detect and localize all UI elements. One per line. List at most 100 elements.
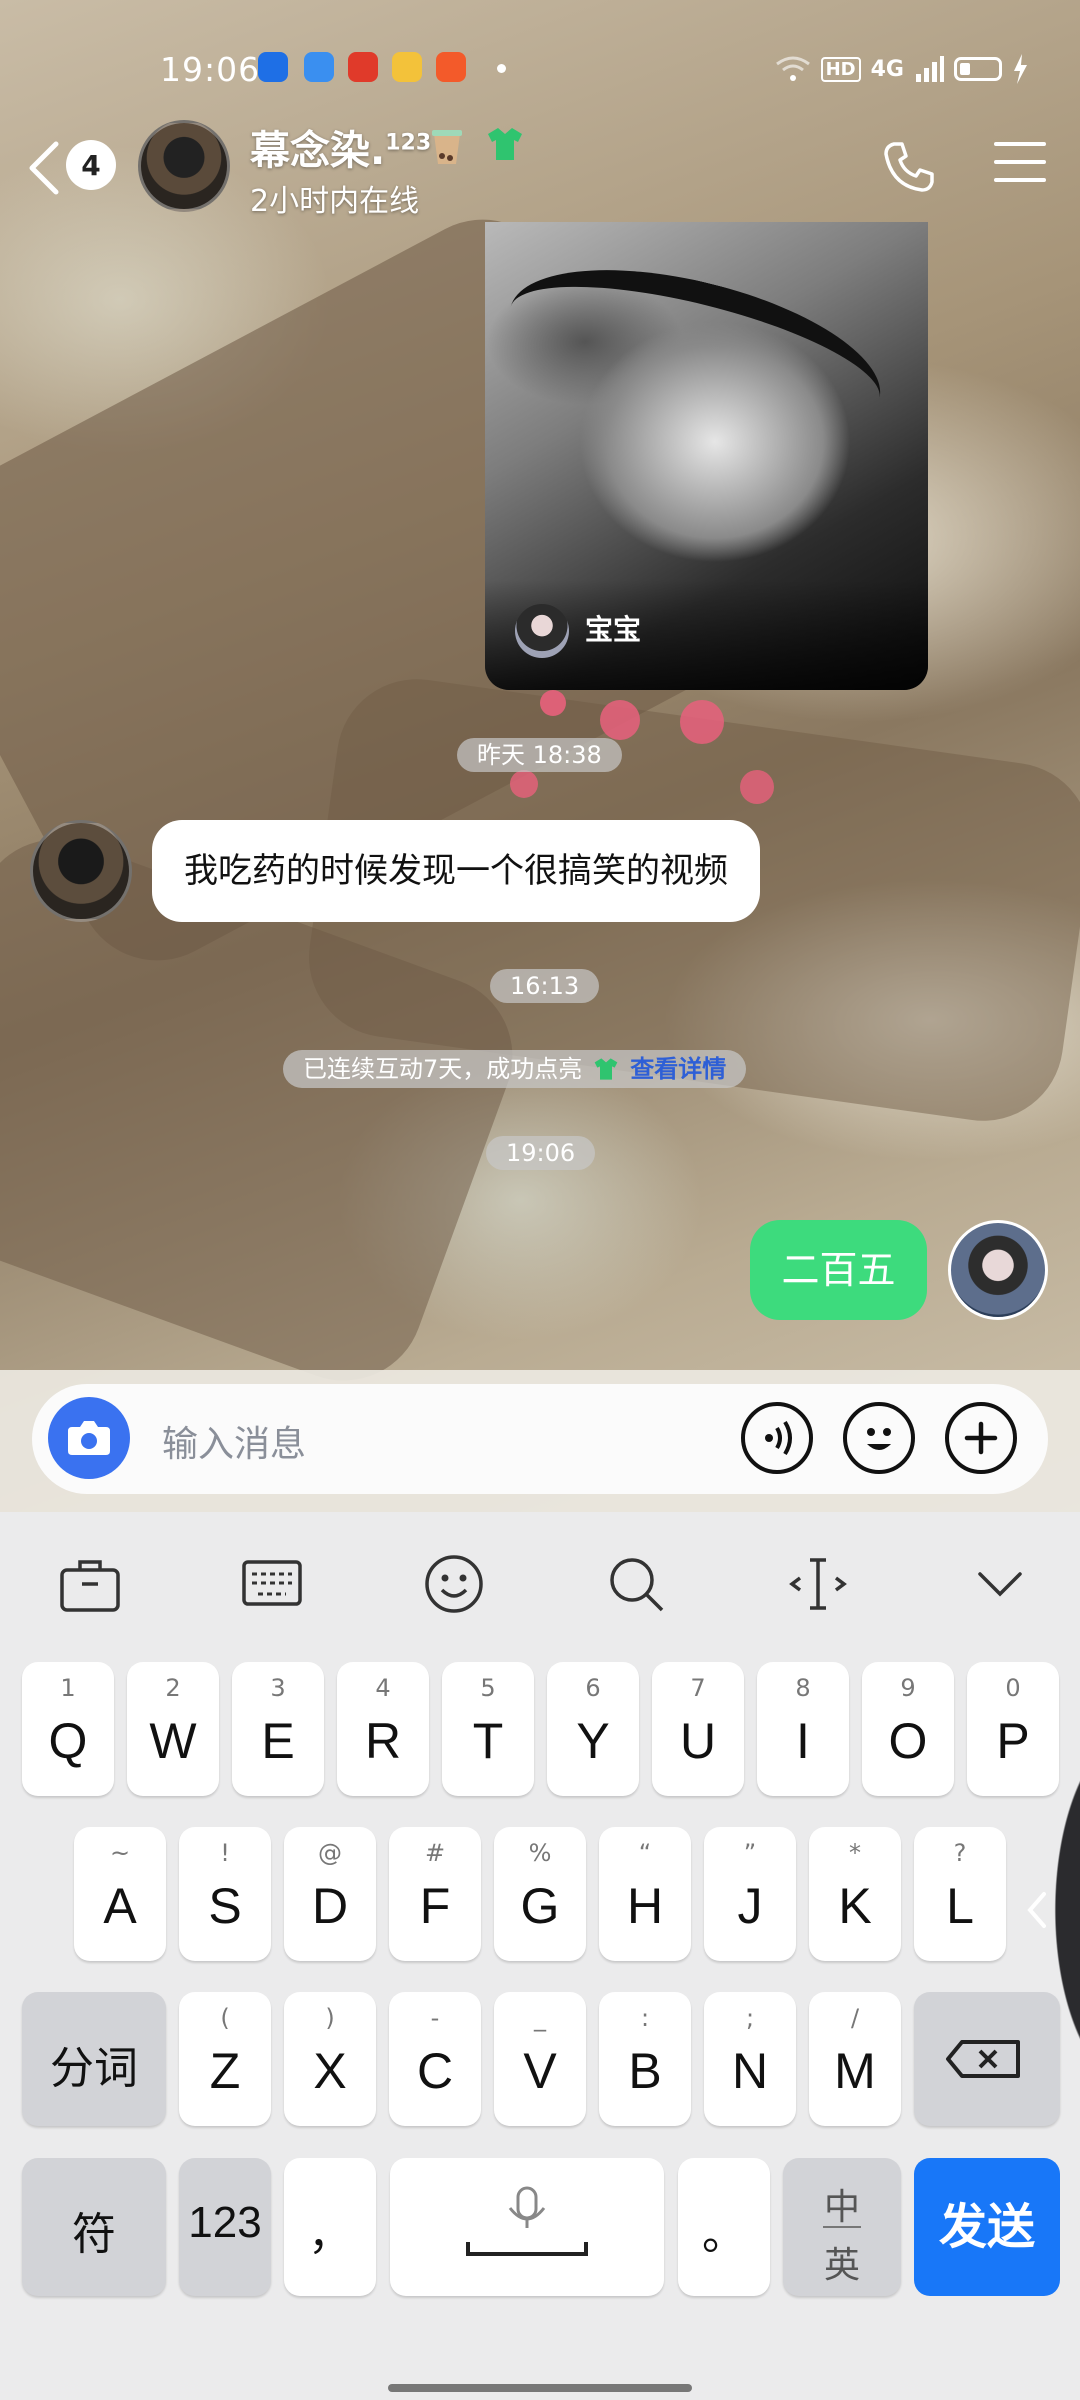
contact-name[interactable]: 幕念染.123 [250,118,431,176]
cursor-move-icon[interactable] [786,1552,850,1616]
timestamp-1613: 16:13 [490,969,600,1003]
emoji-keyboard-icon[interactable] [422,1552,486,1616]
key-primary-label: M [834,2043,876,2099]
space-key[interactable] [390,2158,664,2296]
key-primary-label: R [364,1713,402,1769]
key-b[interactable]: :B [599,1992,691,2126]
contact-name-suffix: 123 [385,130,432,156]
key-primary-label: A [103,1878,137,1934]
key-secondary-label: 2 [165,1674,181,1702]
plus-icon [964,1421,998,1455]
my-avatar[interactable] [948,1220,1048,1320]
key-secondary-label: - [430,2004,440,2032]
period-key-label: 。 [702,2210,746,2259]
emoji-button[interactable] [843,1402,915,1474]
key-v[interactable]: _ V [494,1992,586,2126]
home-indicator[interactable] [388,2384,692,2392]
key-secondary-label: _ [534,2004,546,2032]
app-notification-icon [348,52,378,82]
contact-avatar[interactable] [138,120,230,212]
key-g[interactable]: % G [494,1827,586,1961]
friendship-spark-icon [594,1058,618,1080]
symbol-key[interactable]: 符 [22,2158,166,2296]
key-d[interactable]: @ D [284,1827,376,1961]
key-t[interactable]: 5T [442,1662,534,1796]
key-m[interactable]: / M [809,1992,901,2126]
status-bar: 19:06 HD 4G [0,40,1080,100]
key-secondary-label: # [424,1839,446,1867]
unread-count-badge[interactable]: 4 [66,140,116,190]
shared-video-card[interactable]: 宝宝 [485,222,928,690]
phone-call-icon[interactable] [882,140,936,194]
keyboard-layout-icon[interactable] [240,1552,304,1616]
key-a[interactable]: ~ A [74,1827,166,1961]
key-primary-label: X [313,2043,347,2099]
key-o[interactable]: 9O [862,1662,954,1796]
camera-button[interactable] [48,1397,130,1479]
key-secondary-label: ; [745,2004,755,2032]
key-s[interactable]: ! S [179,1827,271,1961]
key-w[interactable]: 2W [127,1662,219,1796]
contact-badges [430,124,526,166]
briefcase-icon[interactable] [58,1552,122,1616]
key-h[interactable]: “H [599,1827,691,1961]
more-options-button[interactable] [945,1402,1017,1474]
key-n[interactable]: ; N [704,1992,796,2126]
timestamp-yesterday: 昨天 18:38 [457,738,622,772]
status-time: 19:06 [160,50,261,89]
menu-icon[interactable] [994,142,1046,186]
key-primary-label: N [731,2043,769,2099]
key-primary-label: B [628,2043,662,2099]
key-k[interactable]: * K [809,1827,901,1961]
key-primary-label: Z [209,2043,241,2099]
search-icon[interactable] [604,1552,668,1616]
key-secondary-label: 1 [60,1674,76,1702]
outgoing-message-bubble[interactable]: 二百五 [750,1220,927,1320]
bubble-tea-icon [432,130,462,164]
key-j[interactable]: ” J [704,1827,796,1961]
incoming-avatar[interactable] [30,820,132,922]
key-secondary-label: ” [743,1839,757,1867]
key-primary-label: Y [576,1713,610,1769]
key-secondary-label: / [850,2004,860,2032]
key-z[interactable]: (Z [179,1992,271,2126]
key-y[interactable]: 6Y [547,1662,639,1796]
key-primary-label: G [520,1878,560,1934]
key-u[interactable]: 7U [652,1662,744,1796]
streak-notice-text: 已连续互动7天，成功点亮 [303,1055,583,1083]
app-notification-icon [258,52,288,82]
key-primary-label: E [261,1713,295,1769]
key-i[interactable]: 8I [757,1662,849,1796]
language-switch-key[interactable]: 中 英 [783,2158,901,2296]
symbol-key-label: 符 [72,2210,116,2259]
microphone-icon [466,2186,588,2256]
key-q[interactable]: 1Q [22,1662,114,1796]
video-thumbnail [493,238,897,468]
camera-icon [68,1421,110,1455]
key-secondary-label: “ [638,1839,652,1867]
number-key[interactable]: 123 [179,2158,271,2296]
key-e[interactable]: 3E [232,1662,324,1796]
app-notification-icon [392,52,422,82]
signal-icon [916,56,944,82]
key-r[interactable]: 4R [337,1662,429,1796]
key-secondary-label: 4 [375,1674,391,1702]
key-secondary-label: ! [220,1839,230,1867]
key-c[interactable]: -C [389,1992,481,2126]
key-secondary-label: ( [220,2004,230,2032]
key-secondary-label: * [849,1839,861,1867]
key-primary-label: O [888,1713,928,1769]
input-bar: 输入消息 [0,1370,1080,1512]
key-x[interactable]: ) X [284,1992,376,2126]
period-key[interactable]: 。 [678,2158,770,2296]
voice-input-button[interactable] [741,1402,813,1474]
incoming-message-bubble[interactable]: 我吃药的时候发现一个很搞笑的视频 [152,820,760,922]
back-arrow-icon[interactable] [24,138,64,198]
key-secondary-label: : [640,2004,650,2032]
segment-key[interactable]: 分词 [22,1992,166,2126]
key-f[interactable]: # F [389,1827,481,1961]
comma-key[interactable]: ， [284,2158,376,2296]
key-secondary-label: 9 [900,1674,916,1702]
view-details-link[interactable]: 查看详情 [630,1050,726,1088]
edge-panel[interactable] [980,1600,1080,2220]
